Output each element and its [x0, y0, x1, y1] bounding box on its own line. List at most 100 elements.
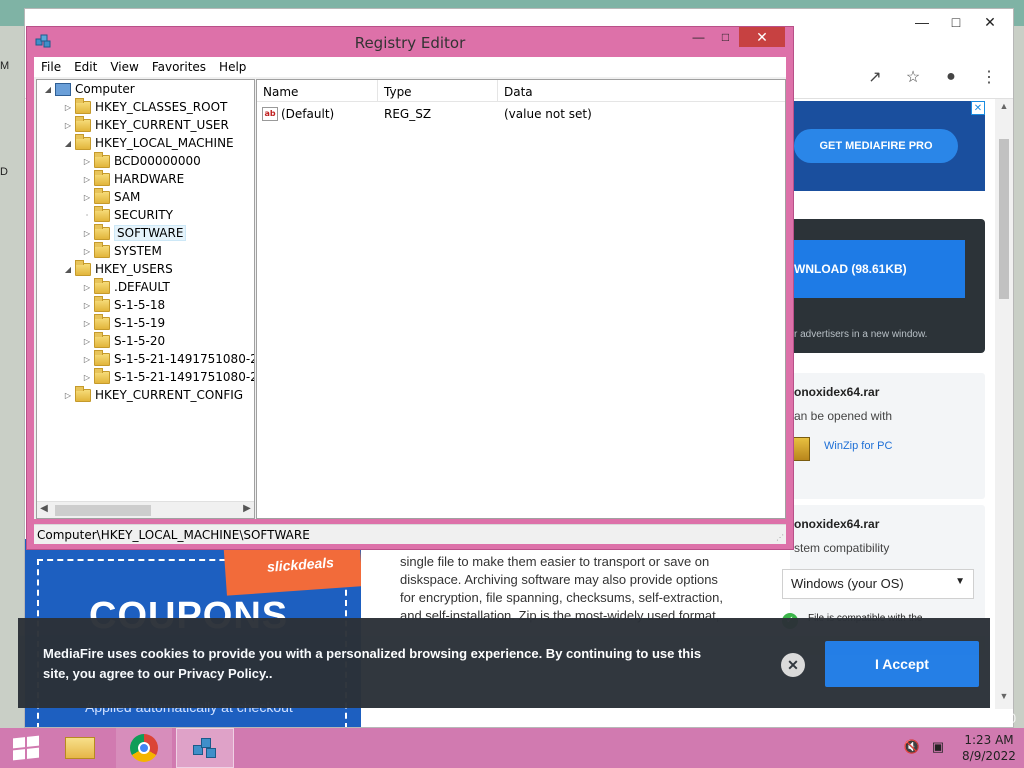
collapse-icon[interactable]: ◢: [61, 139, 75, 148]
tree-node-bcd[interactable]: ▷ BCD00000000: [80, 151, 201, 170]
collapse-icon[interactable]: ◢: [61, 265, 75, 274]
expand-icon[interactable]: ▷: [80, 355, 94, 364]
desktop-icon-fragment[interactable]: M: [0, 60, 10, 72]
profile-icon[interactable]: ●: [939, 65, 963, 89]
tree-node-security[interactable]: · SECURITY: [80, 205, 173, 224]
tree-node-hkcc[interactable]: ▷ HKEY_CURRENT_CONFIG: [61, 385, 243, 404]
scrollbar-thumb[interactable]: [55, 505, 151, 516]
article-text: single file to make them easier to trans…: [400, 553, 740, 625]
window-controls: — □ ✕: [685, 27, 785, 47]
title-bar[interactable]: Registry Editor — □ ✕: [27, 27, 793, 57]
tree-node-hardware[interactable]: ▷ HARDWARE: [80, 169, 184, 188]
winzip-link[interactable]: WinZip for PC: [824, 440, 892, 452]
menu-favorites[interactable]: Favorites: [145, 57, 212, 77]
list-header: Name Type Data: [257, 80, 785, 102]
expand-icon[interactable]: ▷: [80, 193, 94, 202]
close-icon[interactable]: ✕: [739, 27, 785, 47]
taskbar-chrome[interactable]: [116, 728, 172, 768]
tree-horizontal-scrollbar[interactable]: ◀ ▶: [37, 501, 254, 518]
expand-icon[interactable]: ▷: [80, 283, 94, 292]
bookmark-star-icon[interactable]: ☆: [901, 65, 925, 89]
expand-icon[interactable]: ▷: [80, 373, 94, 382]
window-title: Registry Editor: [354, 34, 466, 52]
os-select-value: Windows (your OS): [791, 576, 904, 591]
mediafire-pro-ad[interactable]: GET MEDIAFIRE PRO ✕: [790, 101, 985, 191]
os-select[interactable]: Windows (your OS) ▼: [782, 569, 974, 599]
value-row[interactable]: ab (Default) REG_SZ (value not set): [257, 106, 785, 124]
folder-icon: [94, 277, 110, 294]
accept-cookies-button[interactable]: I Accept: [825, 641, 979, 687]
tree-node-software[interactable]: ▷ SOFTWARE: [80, 223, 187, 242]
tree-node-s-1-5-21-a[interactable]: ▷ S-1-5-21-1491751080-236: [80, 349, 254, 368]
folder-icon: [75, 115, 91, 132]
maximize-icon[interactable]: □: [712, 27, 739, 47]
folder-icon: [94, 205, 110, 222]
maximize-icon[interactable]: □: [939, 9, 973, 35]
menu-help[interactable]: Help: [212, 57, 252, 77]
folder-icon: [94, 349, 110, 366]
expand-icon[interactable]: ▷: [80, 301, 94, 310]
expand-icon[interactable]: ▷: [80, 247, 94, 256]
value-type: REG_SZ: [384, 107, 432, 121]
expand-icon[interactable]: ▷: [80, 229, 94, 238]
tree-node-default[interactable]: ▷ .DEFAULT: [80, 277, 170, 296]
desktop-icon-fragment[interactable]: D: [0, 166, 10, 178]
column-header-name[interactable]: Name: [257, 85, 298, 99]
close-icon[interactable]: ✕: [973, 9, 1007, 35]
share-icon[interactable]: ↗: [863, 65, 887, 89]
tree-node-computer[interactable]: ◢ Computer: [41, 80, 135, 98]
folder-icon: [94, 187, 110, 204]
cookie-banner: MediaFire uses cookies to provide you wi…: [18, 618, 990, 708]
tree-node-system[interactable]: ▷ SYSTEM: [80, 241, 162, 260]
tree-node-sam[interactable]: ▷ SAM: [80, 187, 140, 206]
scroll-right-icon[interactable]: ▶: [240, 503, 254, 514]
scroll-left-icon[interactable]: ◀: [37, 503, 51, 514]
column-header-data[interactable]: Data: [498, 85, 533, 99]
folder-icon: [94, 331, 110, 348]
column-header-type[interactable]: Type: [378, 85, 412, 99]
cookie-text: MediaFire uses cookies to provide you wi…: [43, 646, 702, 681]
download-note: r advertisers in a new window.: [794, 329, 928, 340]
menu-view[interactable]: View: [103, 57, 144, 77]
expand-icon[interactable]: ▷: [80, 175, 94, 184]
taskbar-file-explorer[interactable]: [58, 728, 102, 768]
menu-kebab-icon[interactable]: ⋮: [977, 65, 1001, 89]
expand-icon[interactable]: ▷: [80, 319, 94, 328]
key-tree: ◢ Computer ▷ HKEY_CLASSES_ROOT ▷ HKEY_CU…: [36, 79, 255, 519]
cookie-close-icon[interactable]: ✕: [781, 653, 805, 677]
menu-edit[interactable]: Edit: [67, 57, 103, 77]
folder-icon: [94, 151, 110, 168]
scroll-up-icon[interactable]: ▲: [995, 101, 1013, 117]
tree-node-hkcr[interactable]: ▷ HKEY_CLASSES_ROOT: [61, 97, 227, 116]
scrollbar-thumb[interactable]: [999, 139, 1009, 299]
expand-icon[interactable]: ▷: [61, 121, 75, 130]
tree-node-hklm[interactable]: ◢ HKEY_LOCAL_MACHINE: [61, 133, 234, 152]
expand-icon[interactable]: ▷: [80, 337, 94, 346]
tree-node-s-1-5-19[interactable]: ▷ S-1-5-19: [80, 313, 165, 332]
computer-icon: [55, 82, 71, 96]
get-pro-button[interactable]: GET MEDIAFIRE PRO: [794, 129, 958, 163]
download-button[interactable]: WNLOAD (98.61KB): [790, 240, 965, 298]
start-button[interactable]: [8, 728, 44, 768]
ad-close-icon[interactable]: ✕: [971, 101, 985, 115]
volume-muted-icon[interactable]: 🔇: [902, 739, 922, 757]
expand-icon[interactable]: ▷: [80, 157, 94, 166]
expand-icon[interactable]: ▷: [61, 391, 75, 400]
minimize-icon[interactable]: —: [905, 9, 939, 35]
taskbar-registry-editor[interactable]: [176, 728, 234, 768]
menu-file[interactable]: File: [34, 57, 67, 77]
resize-grip-icon[interactable]: ⋰: [776, 533, 784, 542]
page-scrollbar[interactable]: ▲ ▼: [995, 99, 1013, 709]
scroll-down-icon[interactable]: ▼: [995, 691, 1013, 707]
tree-node-s-1-5-21-b[interactable]: ▷ S-1-5-21-1491751080-236: [80, 367, 254, 386]
tree-node-hkcu[interactable]: ▷ HKEY_CURRENT_USER: [61, 115, 229, 134]
collapse-icon[interactable]: ◢: [41, 85, 55, 94]
tree-node-s-1-5-20[interactable]: ▷ S-1-5-20: [80, 331, 165, 350]
expand-icon[interactable]: ▷: [61, 103, 75, 112]
network-icon[interactable]: ▣: [928, 739, 948, 757]
tree-node-hku[interactable]: ◢ HKEY_USERS: [61, 259, 173, 278]
file-name: onoxidex64.rar: [794, 385, 880, 399]
clock[interactable]: 1:23 AM 8/9/2022: [954, 732, 1024, 764]
minimize-icon[interactable]: —: [685, 27, 712, 47]
tree-node-s-1-5-18[interactable]: ▷ S-1-5-18: [80, 295, 165, 314]
